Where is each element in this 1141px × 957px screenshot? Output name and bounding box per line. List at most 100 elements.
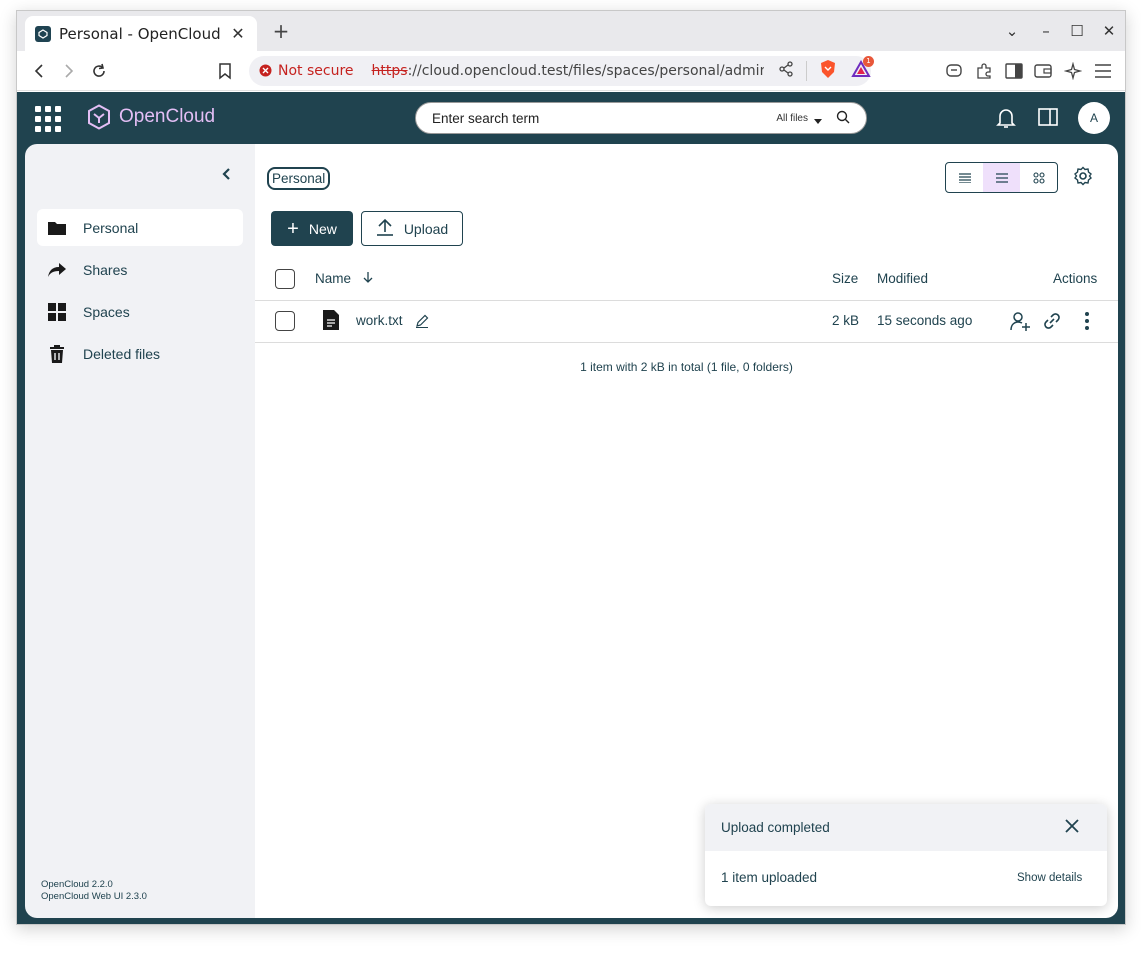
warning-icon xyxy=(259,62,272,81)
upload-toast: Upload completed 1 item uploaded Show de… xyxy=(705,804,1107,906)
share-page-icon[interactable] xyxy=(778,61,794,81)
sidebar-item-spaces[interactable]: Spaces xyxy=(37,293,243,330)
search-icon[interactable] xyxy=(836,109,850,128)
sidebar-item-label: Deleted files xyxy=(83,345,161,362)
menu-icon[interactable] xyxy=(1091,59,1115,83)
copy-link-icon[interactable] xyxy=(1042,311,1062,335)
opencloud-favicon-icon xyxy=(35,25,51,42)
list-summary: 1 item with 2 kB in total (1 file, 0 fol… xyxy=(580,360,793,374)
close-icon[interactable] xyxy=(1065,818,1083,836)
toast-header: Upload completed xyxy=(705,804,1107,851)
trash-icon xyxy=(47,344,67,364)
table-view-icon[interactable] xyxy=(983,163,1020,192)
sidebar-item-label: Personal xyxy=(83,219,139,236)
sidebar-item-shares[interactable]: Shares xyxy=(37,251,243,288)
toast-message: 1 item uploaded xyxy=(721,870,818,885)
select-all-checkbox[interactable] xyxy=(275,269,295,289)
column-header-name[interactable]: Name xyxy=(315,271,373,286)
upload-button-label: Upload xyxy=(403,220,449,237)
show-details-link[interactable]: Show details xyxy=(1017,872,1082,884)
column-label: Name xyxy=(315,271,352,286)
sidebar: Personal Shares Spaces Deleted files Ope… xyxy=(25,144,255,918)
version-web: OpenCloud Web UI 2.3.0 xyxy=(41,891,147,902)
side-panel-icon[interactable] xyxy=(1037,106,1061,130)
collapse-sidebar-icon[interactable] xyxy=(221,166,231,185)
bookmark-icon[interactable] xyxy=(213,59,237,83)
condensed-table-view-icon[interactable] xyxy=(946,163,983,192)
rename-pencil-icon[interactable] xyxy=(415,313,429,332)
file-modified: 15 seconds ago xyxy=(877,313,973,328)
column-header-size[interactable]: Size xyxy=(832,271,858,286)
sparkle-icon[interactable] xyxy=(1061,59,1085,83)
caret-down-icon[interactable] xyxy=(814,109,822,128)
divider xyxy=(255,342,1118,343)
new-button[interactable]: + New xyxy=(271,211,353,246)
wallet-icon[interactable] xyxy=(1031,59,1055,83)
column-header-modified[interactable]: Modified xyxy=(877,271,928,286)
logo[interactable]: OpenCloud xyxy=(87,104,215,130)
app-body: Personal Shares Spaces Deleted files Ope… xyxy=(17,144,1125,924)
user-avatar[interactable]: A xyxy=(1078,102,1110,134)
browser-window: Personal - OpenCloud ✕ + ⌄ – ☐ ✕ Not sec… xyxy=(16,10,1126,925)
sidebar-item-personal[interactable]: Personal xyxy=(37,209,243,246)
tab-bar: Personal - OpenCloud ✕ + ⌄ – ☐ ✕ xyxy=(17,11,1125,51)
sidebar-item-deleted-files[interactable]: Deleted files xyxy=(37,335,243,372)
browser-tab[interactable]: Personal - OpenCloud ✕ xyxy=(25,16,257,51)
share-icon xyxy=(47,260,67,280)
sidebar-item-label: Shares xyxy=(83,261,128,278)
rewards-badge: 1 xyxy=(863,56,874,67)
divider xyxy=(806,61,807,81)
extensions-icon[interactable] xyxy=(972,59,996,83)
more-actions-icon[interactable] xyxy=(1084,311,1090,335)
search-input[interactable] xyxy=(432,110,777,126)
search-bar[interactable]: All files xyxy=(415,102,867,134)
url-text: ://cloud.opencloud.test/files/spaces/per… xyxy=(407,63,764,79)
sidebar-item-label: Spaces xyxy=(83,303,130,320)
share-user-add-icon[interactable] xyxy=(1009,310,1031,336)
back-icon[interactable] xyxy=(27,59,51,83)
brand-name: OpenCloud xyxy=(119,106,216,127)
sidebar-toggle-icon[interactable] xyxy=(1002,59,1026,83)
text-file-icon xyxy=(322,309,340,335)
upload-button[interactable]: Upload xyxy=(361,211,463,246)
grid-icon xyxy=(47,302,67,322)
search-scope-select[interactable]: All files xyxy=(776,113,808,124)
folder-icon xyxy=(47,218,67,238)
file-name-link[interactable]: work.txt xyxy=(356,313,403,328)
settings-gear-icon[interactable] xyxy=(1073,166,1095,188)
address-bar[interactable]: Not secure https ://cloud.opencloud.test… xyxy=(249,56,874,86)
tab-title: Personal - OpenCloud xyxy=(59,24,221,43)
file-size: 2 kB xyxy=(832,313,860,328)
close-window-icon[interactable]: ✕ xyxy=(1098,20,1120,42)
opencloud-logo-icon xyxy=(88,104,110,130)
breadcrumb[interactable]: Personal xyxy=(267,167,331,190)
toast-title: Upload completed xyxy=(721,820,830,835)
plus-icon: + xyxy=(287,217,299,240)
tiles-view-icon[interactable] xyxy=(1020,163,1057,192)
app-header: OpenCloud All files A xyxy=(17,92,1125,144)
view-mode-switch xyxy=(945,162,1058,193)
forward-icon[interactable] xyxy=(57,59,81,83)
upload-icon xyxy=(376,218,394,239)
new-button-label: New xyxy=(308,220,337,237)
version-core: OpenCloud 2.2.0 xyxy=(41,879,113,890)
browser-toolbar: Not secure https ://cloud.opencloud.test… xyxy=(17,51,1125,91)
main-content: Personal + New Upload Name Size Modified… xyxy=(255,144,1118,918)
notifications-bell-icon[interactable] xyxy=(995,106,1019,130)
reload-icon[interactable] xyxy=(87,59,111,83)
security-label[interactable]: Not secure xyxy=(278,63,354,79)
minimize-icon[interactable]: – xyxy=(1035,20,1057,42)
leo-ai-icon[interactable] xyxy=(942,59,966,83)
rewards-icon[interactable]: 1 xyxy=(851,56,874,82)
column-header-actions: Actions xyxy=(1053,271,1098,286)
tab-close-icon[interactable]: ✕ xyxy=(229,24,247,43)
url-protocol: https xyxy=(371,63,408,79)
maximize-icon[interactable]: ☐ xyxy=(1066,20,1088,42)
sort-arrow-down-icon xyxy=(363,271,373,286)
app-switcher-icon[interactable] xyxy=(35,106,61,132)
new-tab-icon[interactable]: + xyxy=(269,19,293,43)
tab-search-chevron-icon[interactable]: ⌄ xyxy=(1001,20,1023,42)
brave-shield-icon[interactable] xyxy=(819,59,837,83)
divider xyxy=(255,300,1118,301)
row-checkbox[interactable] xyxy=(275,311,295,331)
